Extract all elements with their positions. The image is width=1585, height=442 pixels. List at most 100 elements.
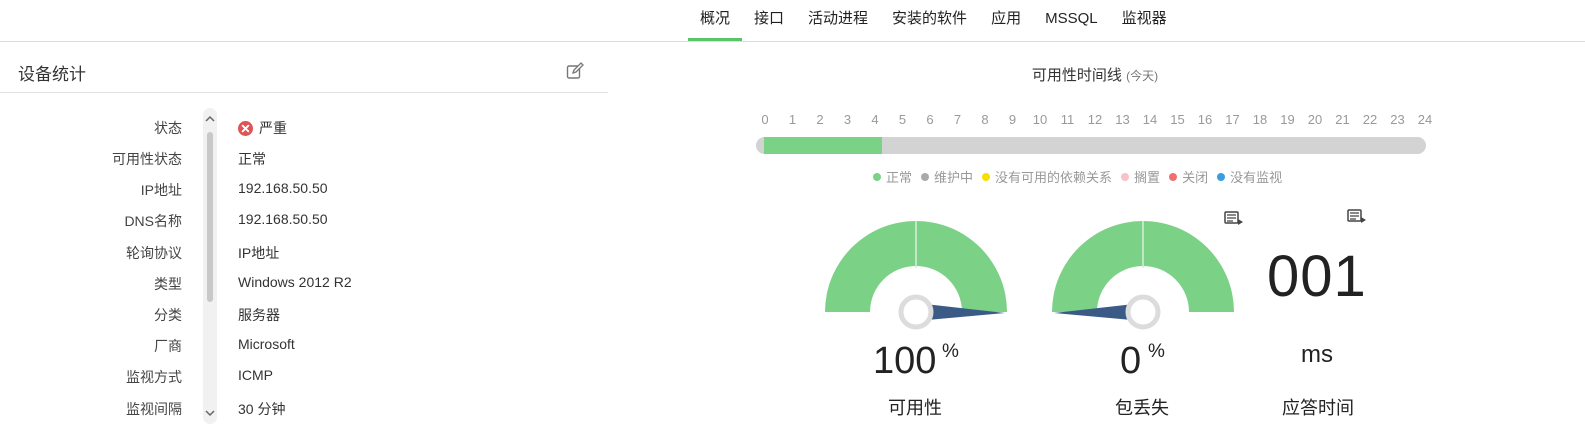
property-row-ip-address: IP地址 192.168.50.50 (0, 176, 400, 200)
timeline-hour-label: 0 (761, 112, 769, 127)
timeline-hour-label: 10 (1032, 112, 1048, 127)
packet-loss-value: 0 (1120, 340, 1142, 382)
report-icon[interactable] (1224, 210, 1244, 226)
legend-item: 维护中 (921, 167, 973, 186)
property-row-dns-name: DNS名称 192.168.50.50 (0, 207, 400, 231)
property-value: 严重 (238, 118, 287, 138)
legend-label: 没有监视 (1230, 170, 1283, 185)
legend-label: 关闭 (1182, 170, 1209, 185)
property-label: DNS名称 (124, 213, 182, 229)
legend-item: 搁置 (1121, 167, 1160, 186)
timeline-legend: 正常 维护中 没有可用的依赖关系 搁置 关闭 没有监视 (873, 167, 1291, 186)
status-text: 严重 (259, 120, 287, 136)
property-value: 30 分钟 (238, 401, 286, 417)
legend-dot-icon (982, 172, 991, 181)
tab-active-processes[interactable]: 活动进程 (796, 0, 880, 41)
timeline-hour-label: 6 (926, 112, 934, 127)
property-row-status: 状态 严重 (0, 114, 400, 138)
report-icon[interactable] (1347, 208, 1367, 224)
packet-loss-gauge (1052, 221, 1234, 330)
availability-value: 100 (873, 340, 937, 382)
legend-dot-icon (1169, 172, 1178, 181)
timeline-hour-label: 19 (1280, 112, 1295, 127)
timeline-hour-label: 12 (1087, 112, 1103, 127)
timeline-hour-label: 11 (1060, 112, 1075, 127)
timeline-hour-label: 21 (1335, 112, 1350, 127)
timeline-hour-label: 8 (981, 112, 989, 127)
timeline-hour-label: 7 (953, 112, 962, 127)
property-label: 分类 (154, 307, 182, 323)
gauge-hub (1125, 294, 1161, 330)
tab-bar: 概况 接口 活动进程 安装的软件 应用 MSSQL 监视器 (0, 0, 1585, 42)
timeline-title: 可用性时间线 (今天) (0, 64, 1585, 85)
tab-mssql[interactable]: MSSQL (1033, 0, 1110, 41)
scrollbar-thumb[interactable] (207, 132, 213, 302)
property-row-vendor: 厂商 Microsoft (0, 332, 400, 356)
response-time-unit: ms (1301, 341, 1333, 368)
legend-dot-icon (921, 172, 930, 181)
timeline-hour-label: 22 (1362, 112, 1378, 127)
timeline-hour-label: 15 (1170, 112, 1185, 127)
property-label: IP地址 (140, 182, 182, 198)
property-row-monitoring-interval: 监视间隔 30 分钟 (0, 395, 400, 419)
timeline-hour-label: 17 (1225, 112, 1240, 127)
timeline-hour-label: 18 (1252, 112, 1268, 127)
response-time-value: 001 (1267, 244, 1367, 309)
gauge-hub (898, 294, 934, 330)
tab-overview[interactable]: 概况 (688, 0, 743, 41)
property-label: 监视间隔 (126, 401, 182, 417)
property-value: 服务器 (238, 307, 280, 323)
timeline-subtitle: (今天) (1126, 69, 1159, 83)
timeline-hour-label: 20 (1307, 112, 1323, 127)
legend-item: 没有可用的依赖关系 (982, 167, 1112, 186)
packet-loss-label: 包丢失 (1115, 398, 1169, 418)
legend-label: 维护中 (934, 170, 974, 185)
property-list-scrollbar[interactable] (203, 108, 217, 424)
tab-applications[interactable]: 应用 (979, 0, 1033, 41)
property-row-monitoring-method: 监视方式 ICMP (0, 363, 400, 387)
property-value: Microsoft (238, 336, 295, 352)
timeline-up-segment[interactable] (764, 137, 882, 154)
property-row-category: 分类 服务器 (0, 301, 400, 325)
legend-dot-icon (1217, 172, 1226, 181)
availability-unit: % (942, 341, 959, 362)
property-value: 正常 (238, 151, 266, 167)
legend-label: 正常 (886, 170, 913, 185)
property-row-polling-protocol: 轮询协议 IP地址 (0, 239, 400, 263)
availability-gauge (825, 221, 1007, 330)
timeline-hour-label: 1 (788, 112, 797, 127)
timeline-hour-label: 4 (871, 112, 879, 127)
critical-icon (238, 120, 253, 136)
property-value: ICMP (238, 367, 273, 383)
property-row-availability-status: 可用性状态 正常 (0, 145, 400, 169)
legend-label: 没有可用的依赖关系 (995, 170, 1113, 185)
legend-dot-icon (1121, 172, 1130, 181)
timeline-hour-label: 13 (1115, 112, 1130, 127)
timeline-hour-axis: 0 1 2 3 4 5 6 7 8 9 10 11 12 13 14 15 16 17 18 19 20 21 22 23 24 (755, 112, 1435, 128)
availability-label: 可用性 (888, 398, 942, 418)
availability-timeline-bar[interactable] (756, 137, 1426, 154)
timeline-hour-label: 23 (1390, 112, 1405, 127)
tab-monitors[interactable]: 监视器 (1110, 0, 1179, 41)
tab-installed-software[interactable]: 安装的软件 (880, 0, 979, 41)
timeline-hour-label: 5 (898, 112, 907, 127)
property-label: 状态 (154, 120, 182, 136)
legend-dot-icon (873, 172, 881, 181)
timeline-title-text: 可用性时间线 (1031, 67, 1122, 84)
timeline-hour-label: 14 (1142, 112, 1158, 127)
timeline-hour-label: 3 (843, 112, 852, 127)
timeline-hour-label: 9 (1008, 112, 1017, 127)
legend-item: 没有监视 (1217, 167, 1282, 186)
tab-list: 概况 接口 活动进程 安装的软件 应用 MSSQL 监视器 (688, 0, 1179, 42)
chevron-up-icon[interactable] (205, 114, 215, 124)
property-value: IP地址 (238, 245, 280, 261)
packet-loss-unit: % (1148, 341, 1165, 362)
chevron-down-icon[interactable] (205, 408, 215, 418)
legend-item: 正常 (873, 167, 912, 186)
tab-interfaces[interactable]: 接口 (742, 0, 796, 41)
property-value: 192.168.50.50 (238, 180, 328, 196)
property-row-type: 类型 Windows 2012 R2 (0, 270, 400, 294)
legend-label: 搁置 (1134, 170, 1161, 185)
timeline-hour-label: 2 (816, 112, 824, 127)
property-value: Windows 2012 R2 (238, 274, 352, 290)
